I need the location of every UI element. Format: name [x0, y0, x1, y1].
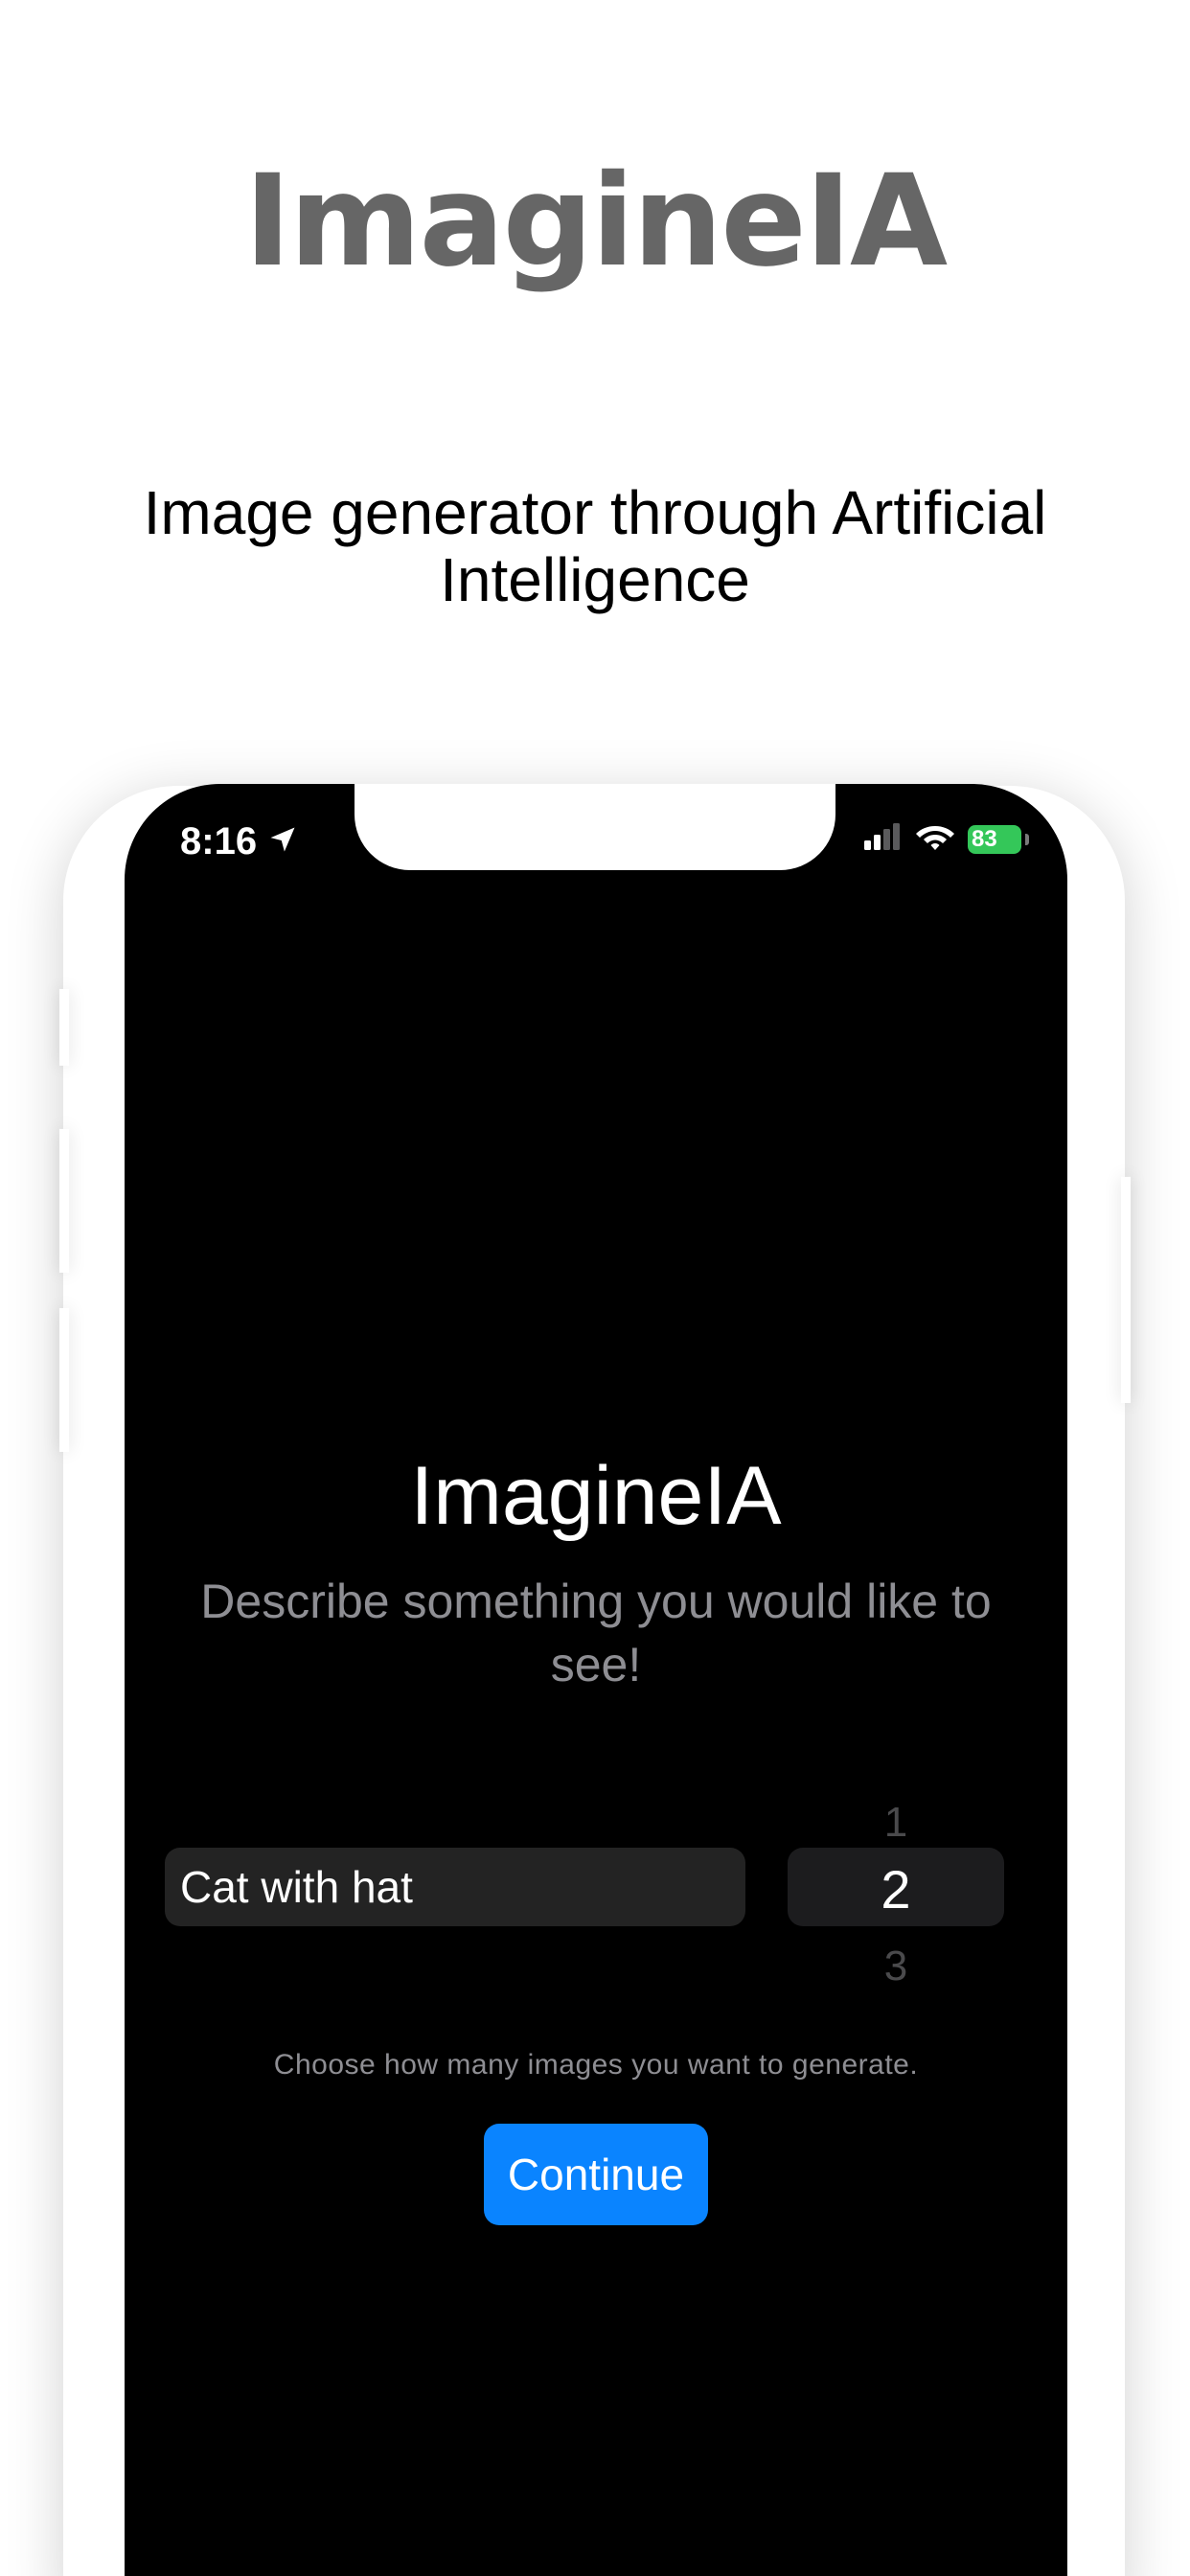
status-bar-time: 8:16 — [180, 820, 297, 863]
phone-volume-down-button — [59, 1308, 69, 1452]
battery-cap — [1025, 833, 1029, 845]
image-count-hint: Choose how many images you want to gener… — [273, 2049, 919, 2081]
phone-volume-up-button — [59, 1129, 69, 1273]
phone-notch — [355, 784, 835, 870]
app-description: Describe something you would like to see… — [200, 1575, 992, 1691]
store-screenshot: ImagineIA Image generator through Artifi… — [0, 0, 1190, 2576]
cellular-signal-icon — [864, 823, 903, 855]
battery-charging-icon: 83 — [968, 824, 1021, 854]
battery-level-text: 83 — [972, 825, 997, 852]
phone-mute-switch — [59, 989, 69, 1066]
wifi-icon — [916, 822, 954, 856]
status-bar-indicators: 83 — [864, 822, 1029, 856]
continue-button[interactable]: Continue — [484, 2124, 708, 2225]
prompt-input[interactable] — [165, 1848, 745, 1926]
image-count-picker[interactable]: 1 2 3 — [788, 1781, 1004, 1991]
status-time-text: 8:16 — [180, 820, 258, 862]
app-title: ImagineIA — [410, 1450, 782, 1542]
hero-subtitle: Image generator through Artificial Intel… — [143, 478, 1047, 614]
hero-title: ImagineIA — [243, 148, 948, 295]
picker-option[interactable]: 1 — [788, 1802, 1004, 1844]
picker-option-selected[interactable]: 2 — [788, 1863, 1004, 1917]
phone-screen: 8:16 83 ImagineIA Describe something you… — [125, 784, 1067, 2576]
location-arrow-icon — [268, 820, 297, 863]
phone-power-button — [1121, 1177, 1131, 1403]
picker-option[interactable]: 3 — [788, 1945, 1004, 1988]
